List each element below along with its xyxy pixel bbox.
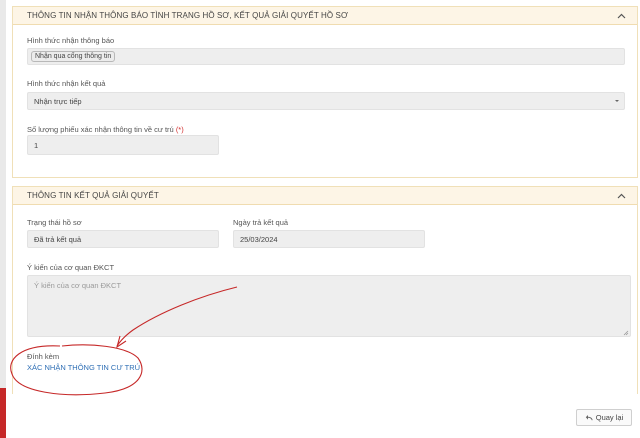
result-panel-header[interactable]: THÔNG TIN KẾT QUẢ GIẢI QUYẾT [13,187,637,205]
notify-method-chip: Nhận qua cổng thông tin [31,51,116,62]
main-content: THÔNG TIN NHẬN THÔNG BÁO TÌNH TRẠNG HỒ S… [6,0,640,438]
back-button-label: Quay lại [595,413,624,422]
resize-grip-icon[interactable] [623,329,629,336]
notify-panel: THÔNG TIN NHẬN THÔNG BÁO TÌNH TRẠNG HỒ S… [12,6,638,178]
return-date-value: 25/03/2024 [240,234,278,244]
return-date-field[interactable]: 25/03/2024 [233,230,425,248]
opinion-label: Ý kiến của cơ quan ĐKCT [27,263,115,272]
notify-panel-header[interactable]: THÔNG TIN NHẬN THÔNG BÁO TÌNH TRẠNG HỒ S… [13,7,637,25]
result-method-value: Nhận trực tiếp [34,96,82,106]
status-label: Trạng thái hồ sơ [27,218,82,227]
status-value: Đã trả kết quả [34,234,82,244]
return-date-label: Ngày trả kết quả [233,218,289,227]
attachment-link[interactable]: XÁC NHẬN THÔNG TIN CƯ TRÚ [27,363,140,372]
count-label: Số lượng phiếu xác nhận thông tin về cư … [27,125,184,134]
opinion-placeholder: Ý kiến của cơ quan ĐKCT [34,281,122,290]
reply-arrow-icon [585,415,593,421]
opinion-textarea[interactable]: Ý kiến của cơ quan ĐKCT [27,275,631,337]
chevron-up-icon[interactable] [615,11,627,21]
count-value: 1 [34,140,39,150]
result-panel: THÔNG TIN KẾT QUẢ GIẢI QUYẾT Trạng thái … [12,186,638,394]
result-method-label: Hình thức nhận kết quả [27,79,106,88]
result-panel-title: THÔNG TIN KẾT QUẢ GIẢI QUYẾT [27,191,159,200]
result-method-select[interactable]: Nhận trực tiếp [27,92,625,110]
required-marker: (*) [175,125,184,134]
status-field[interactable]: Đã trả kết quả [27,230,219,248]
count-label-text: Số lượng phiếu xác nhận thông tin về cư … [27,125,174,134]
dropdown-caret-icon [615,100,619,102]
notify-panel-title: THÔNG TIN NHẬN THÔNG BÁO TÌNH TRẠNG HỒ S… [27,11,348,20]
chevron-up-icon[interactable] [615,191,627,201]
count-input[interactable]: 1 [27,135,219,155]
notify-method-field[interactable]: Nhận qua cổng thông tin [27,48,625,65]
back-button[interactable]: Quay lại [576,409,632,426]
attachment-label: Đính kèm [27,352,60,361]
notify-method-label: Hình thức nhận thông báo [27,36,115,45]
